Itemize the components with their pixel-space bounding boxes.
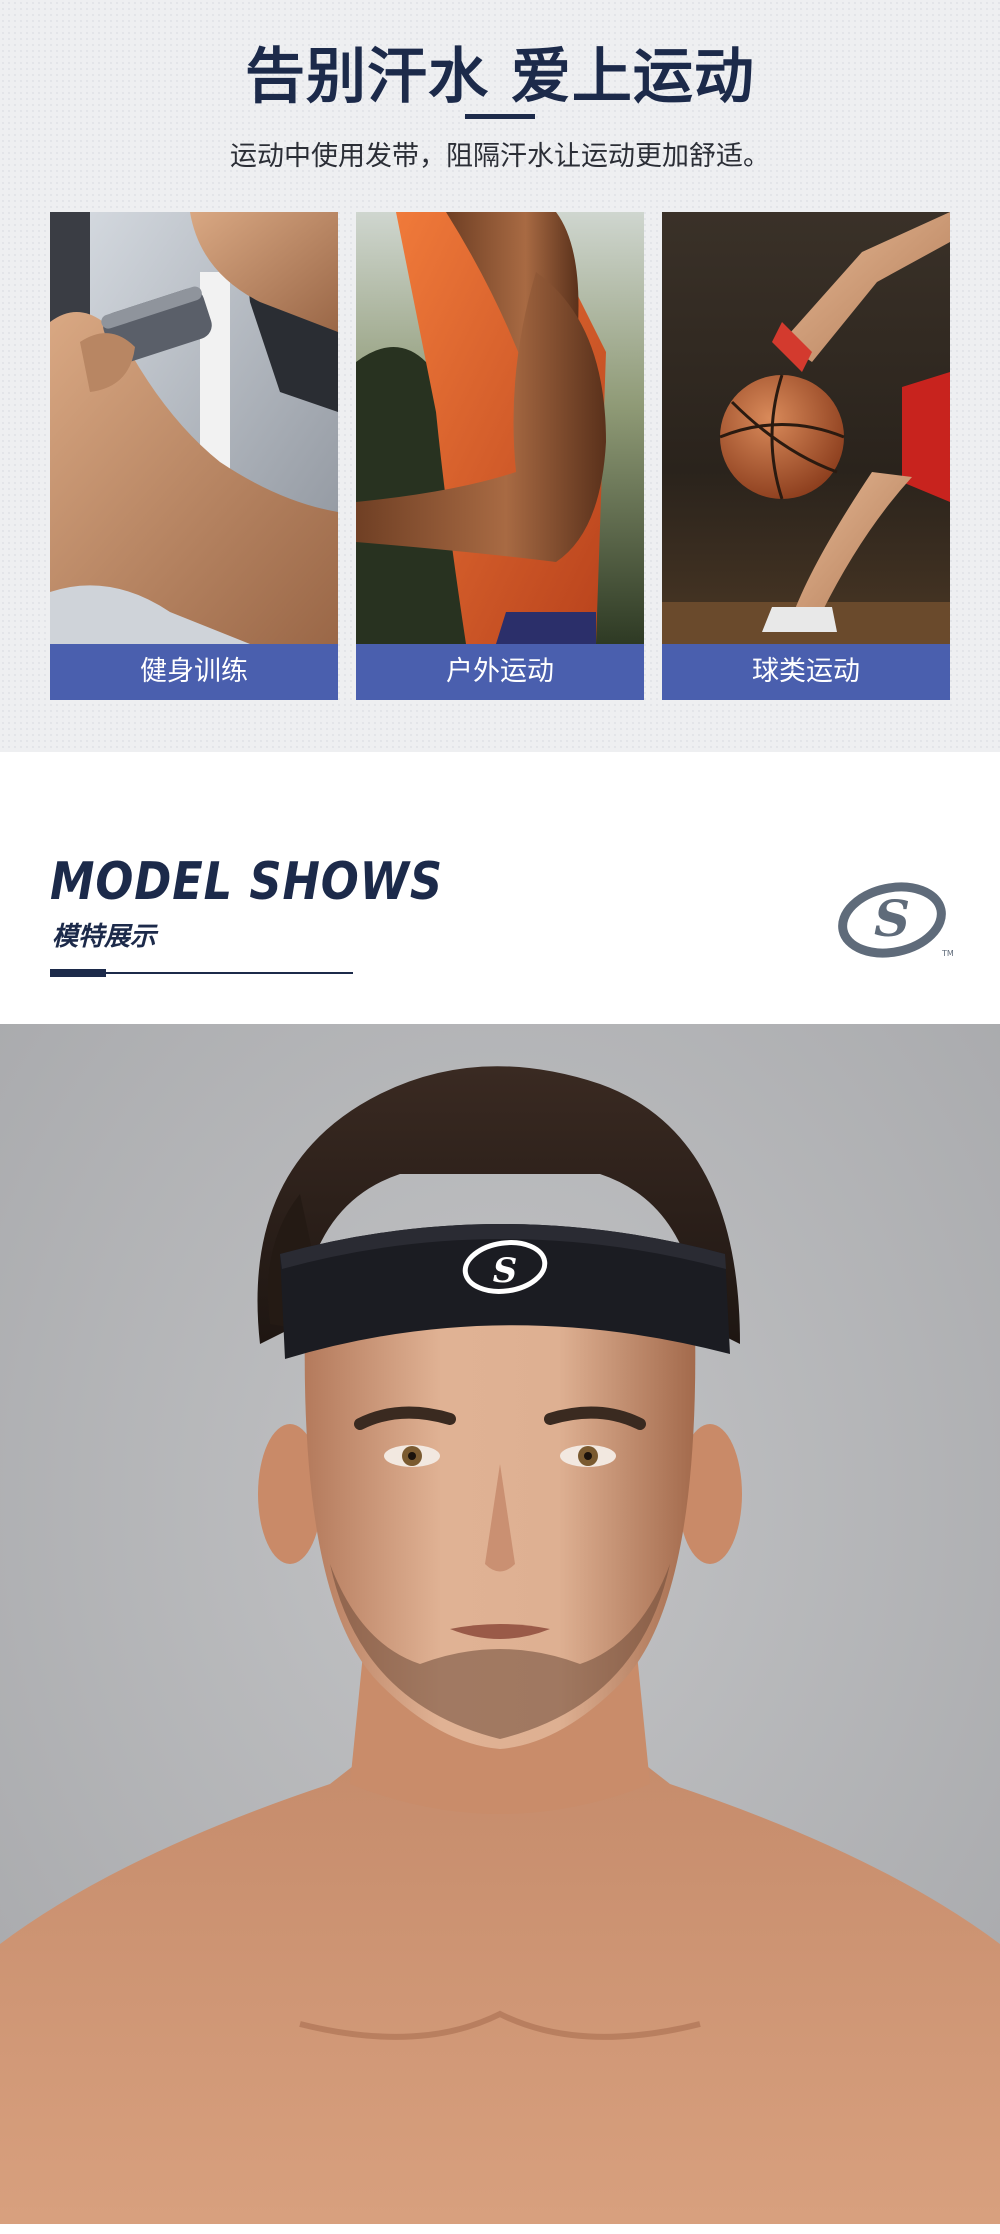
- svg-text:S: S: [493, 1251, 518, 1291]
- fitness-photo: [50, 212, 338, 644]
- svg-text:S: S: [874, 889, 910, 948]
- card-outdoor[interactable]: 户外运动: [356, 212, 644, 700]
- hero-title: 告别汗水 爱上运动: [245, 42, 755, 112]
- section-underline-accent: [50, 969, 106, 977]
- sport-cards: 健身训练 户外运动 球类运动: [50, 212, 950, 700]
- section-subtitle: 模特展示: [52, 922, 157, 952]
- hero-subtitle: 运动中使用发带，阻隔汗水让运动更加舒适。: [230, 141, 770, 172]
- model-section-header: MODEL SHOWS 模特展示 S TM: [0, 752, 1000, 1024]
- headband-model-image: S: [0, 1024, 1000, 2224]
- logo-tm: TM: [941, 949, 954, 958]
- hero-banner: 告别汗水 爱上运动 运动中使用发带，阻隔汗水让运动更加舒适。 健身训练 户外运动…: [0, 0, 1000, 752]
- card-fitness-label: 健身训练: [50, 644, 338, 700]
- title-divider: [465, 114, 535, 119]
- model-photo: S: [0, 1024, 1000, 2224]
- card-fitness[interactable]: 健身训练: [50, 212, 338, 700]
- basketball-photo: [662, 212, 950, 644]
- brand-s-logo-icon: S TM: [838, 882, 954, 958]
- card-ball-label: 球类运动: [662, 644, 950, 700]
- section-title: MODEL SHOWS: [50, 852, 443, 912]
- card-ball[interactable]: 球类运动: [662, 212, 950, 700]
- card-outdoor-label: 户外运动: [356, 644, 644, 700]
- outdoor-photo: [356, 212, 644, 644]
